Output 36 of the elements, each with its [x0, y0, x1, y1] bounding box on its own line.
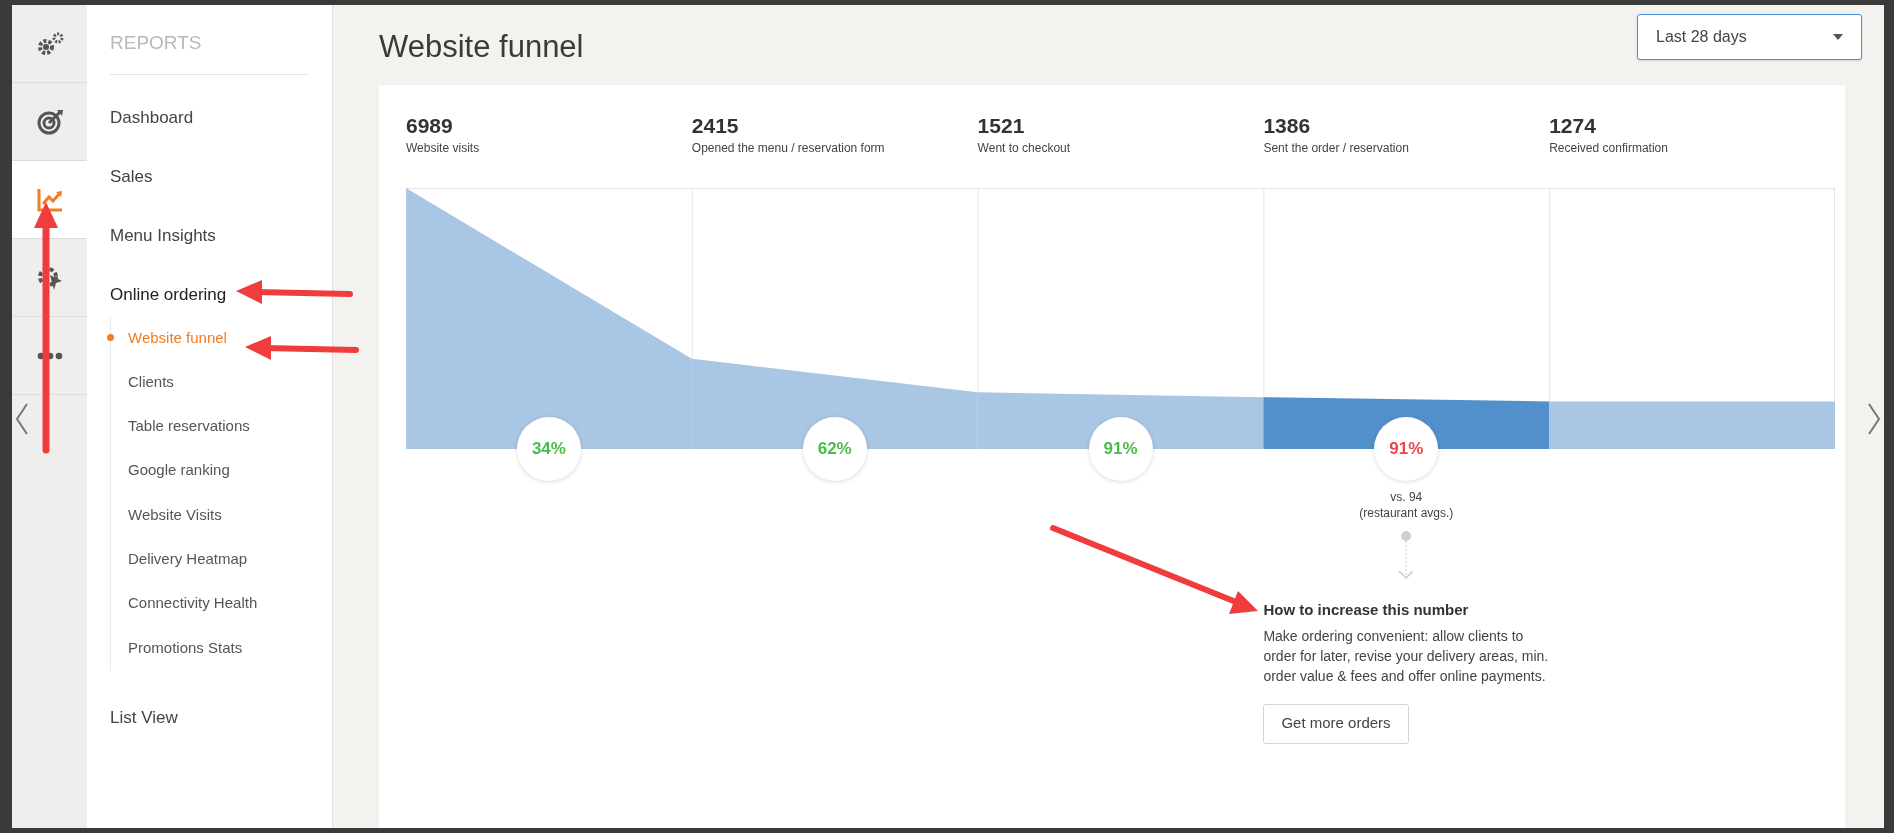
stage-count: 1274 [1549, 113, 1597, 139]
page-title: Website funnel [379, 28, 584, 66]
stage-count: 1521 [977, 113, 1026, 139]
target-icon [35, 107, 64, 136]
sidebar-item[interactable]: Menu Insights [110, 210, 309, 270]
sidebar-item[interactable]: List View [110, 692, 309, 752]
get-more-orders-button[interactable]: Get more orders [1263, 703, 1409, 744]
stage-count: 6989 [406, 113, 454, 139]
stage-label: Opened the menu / reservation form [691, 141, 886, 156]
sidebar-subitem[interactable]: Connectivity Health [111, 582, 309, 627]
sidebar-item[interactable]: Dashboard [110, 92, 309, 152]
stage-label: Website visits [406, 141, 481, 156]
stage-count: 1386 [1263, 113, 1312, 139]
tip-heading: How to increase this number [1263, 600, 1469, 620]
connector-arrow-icon [1398, 531, 1415, 581]
caret-icon [1833, 34, 1843, 40]
sidebar-subitem[interactable]: Promotions Stats [111, 626, 309, 671]
section-heading: REPORTS [110, 29, 309, 75]
stage-label: Received confirmation [1549, 141, 1669, 156]
stage-count: 2415 [691, 113, 740, 139]
sidebar-subitem[interactable]: Table reservations [111, 405, 309, 450]
sidebar-subitem[interactable]: Google ranking [111, 449, 309, 494]
bullet-icon [107, 333, 114, 341]
tip-text: Make ordering convenient: allow clients to order for later, revise your delivery areas, min. order value & fees and offer online payments. [1263, 626, 1549, 686]
stage-label: Sent the order / reservation [1263, 141, 1410, 156]
line-chart-icon [35, 186, 64, 213]
sidebar-subitem[interactable]: Delivery Heatmap [111, 538, 309, 583]
more-icon [36, 351, 63, 360]
sidebar-item[interactable]: Sales [110, 151, 309, 211]
comparison-note: (restaurant avgs.) [1359, 505, 1454, 521]
comparison-note: vs. 94 [1390, 489, 1423, 505]
period-dropdown[interactable]: Last 28 days [1637, 14, 1862, 60]
conversion-rate: 91% [1374, 417, 1439, 481]
stage-label: Went to checkout [977, 141, 1072, 156]
sidebar-subitem[interactable]: Clients [111, 360, 309, 406]
sidebar-subitem[interactable]: Website Visits [111, 493, 309, 538]
